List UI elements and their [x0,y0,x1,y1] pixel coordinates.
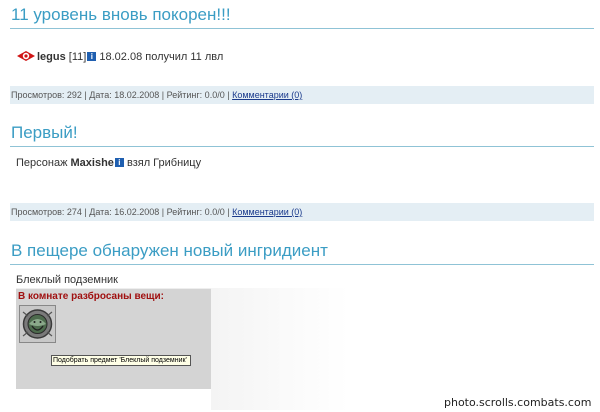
pickup-tooltip: Подобрать предмет 'Блеклый подземник' [51,355,191,366]
views-count: Просмотров: 292 [11,90,82,100]
post-meta: Просмотров: 274 | Дата: 16.02.2008 | Рей… [10,203,594,221]
info-icon[interactable]: i [114,158,124,167]
character-name[interactable]: Maxishe [71,157,114,169]
post-1: 11 уровень вновь покорен!!! [10,4,594,29]
post-date: Дата: 18.02.2008 [89,90,160,100]
game-screenshot: В комнате разбросаны вещи: Подобрать пре… [16,288,211,389]
meta-separator: | [84,207,87,217]
meta-separator: | [227,90,230,100]
views-count: Просмотров: 274 [11,207,82,217]
image-background [211,288,349,410]
post-rating: Рейтинг: 0.0/0 [166,90,225,100]
post-3: В пещере обнаружен новый ингридиент [10,240,594,265]
post-2: Первый! [10,122,594,147]
post-date: Дата: 16.02.2008 [89,207,160,217]
post-rating: Рейтинг: 0.0/0 [166,207,225,217]
meta-separator: | [161,207,165,217]
post-meta: Просмотров: 292 | Дата: 18.02.2008 | Рей… [10,86,594,104]
comments-link[interactable]: Комментарии (0) [232,207,302,217]
clan-emblem-icon [16,50,36,65]
post-title: В пещере обнаружен новый ингридиент [10,240,594,265]
post-text: 18.02.08 получил 11 лвл [99,51,224,63]
post-title: 11 уровень вновь покорен!!! [10,4,594,29]
item-slot[interactable] [19,305,56,343]
post-2-body: Персонаж Maxishe i взял Грибницу [16,157,201,169]
meta-separator: | [227,207,230,217]
info-icon[interactable]: i [87,52,97,61]
mushroom-item-icon [22,309,53,339]
post-1-body: legus [11] i 18.02.08 получил 11 лвл [16,50,223,65]
meta-separator: | [84,90,87,100]
author-level: [11] [68,51,87,63]
meta-separator: | [161,90,165,100]
author-name[interactable]: legus [37,51,66,63]
item-name: Блеклый подземник [16,274,118,286]
post-title: Первый! [10,122,594,147]
post-text-prefix: Персонаж [16,157,68,169]
comments-link[interactable]: Комментарии (0) [232,90,302,100]
watermark: photo.scrolls.combats.com [444,396,592,409]
scene-caption: В комнате разбросаны вещи: [18,291,164,302]
post-text-suffix: взял Грибницу [126,157,202,169]
